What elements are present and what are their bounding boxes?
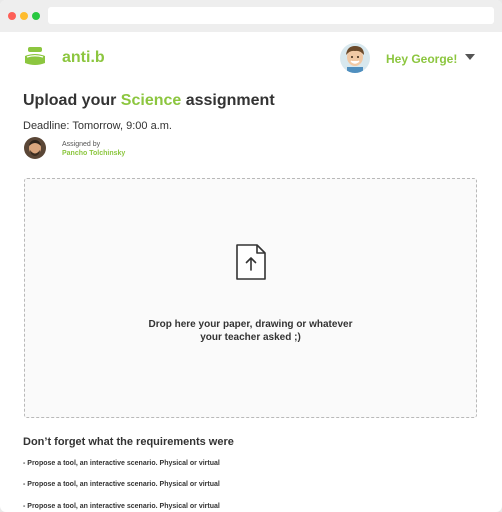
requirement-item: - Propose a tool, an interactive scenari… bbox=[23, 481, 220, 488]
title-suffix: assignment bbox=[185, 92, 275, 109]
subject-name: Science bbox=[120, 92, 182, 109]
title-prefix: Upload your bbox=[23, 92, 117, 109]
file-upload-icon bbox=[236, 244, 266, 280]
address-bar[interactable] bbox=[48, 7, 494, 24]
deadline-text: Deadline: Tomorrow, 9:00 a.m. bbox=[23, 120, 172, 132]
user-greeting[interactable]: Hey George! bbox=[386, 52, 457, 66]
minimize-window-button[interactable] bbox=[20, 12, 28, 20]
brand-name[interactable]: anti.b bbox=[62, 49, 105, 67]
app-window: anti.b Hey George! Upload your Science a… bbox=[0, 0, 502, 512]
maximize-window-button[interactable] bbox=[32, 12, 40, 20]
app-logo-icon[interactable] bbox=[23, 45, 47, 69]
assigned-by-label: Assigned by bbox=[62, 141, 101, 148]
file-dropzone[interactable]: Drop here your paper, drawing or whateve… bbox=[24, 178, 477, 418]
chevron-down-icon[interactable] bbox=[465, 54, 475, 60]
requirements-heading: Don’t forget what the requirements were bbox=[23, 436, 234, 448]
user-avatar[interactable] bbox=[340, 43, 370, 73]
teacher-name[interactable]: Pancho Tolchinsky bbox=[62, 150, 125, 157]
close-window-button[interactable] bbox=[8, 12, 16, 20]
page-title: Upload your Science assignment bbox=[23, 92, 275, 110]
browser-chrome bbox=[0, 0, 502, 32]
dropzone-instruction-line-2: your teacher asked ;) bbox=[200, 332, 301, 343]
dropzone-instruction-line-1: Drop here your paper, drawing or whateve… bbox=[148, 319, 353, 330]
requirement-item: - Propose a tool, an interactive scenari… bbox=[23, 503, 220, 510]
requirement-item: - Propose a tool, an interactive scenari… bbox=[23, 460, 220, 467]
teacher-avatar bbox=[24, 137, 46, 159]
